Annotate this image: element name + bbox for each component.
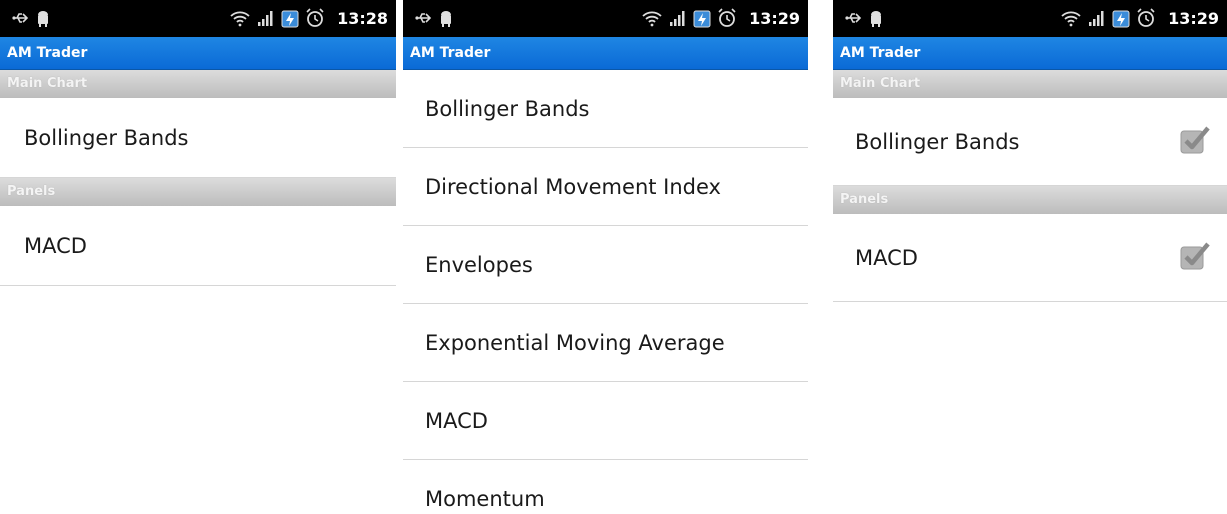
status-clock: 13:28 xyxy=(337,8,388,28)
section-header-main-chart: Main Chart xyxy=(0,70,396,98)
battery-charging-icon xyxy=(281,10,299,28)
list-item-macd[interactable]: MACD xyxy=(0,206,396,286)
signal-icon xyxy=(258,11,273,26)
battery-charging-icon xyxy=(1112,10,1130,28)
screen-main-settings: 13:28 AM Trader Main Chart Bollinger Ban… xyxy=(0,0,396,514)
list-item-bollinger-bands[interactable]: Bollinger Bands xyxy=(0,98,396,178)
list-item-label: MACD xyxy=(855,246,918,270)
status-clock: 13:29 xyxy=(749,8,800,28)
wifi-icon xyxy=(642,11,662,27)
signal-icon xyxy=(1089,11,1104,26)
list-item-momentum[interactable]: Momentum xyxy=(403,460,808,514)
list-item-bollinger-bands[interactable]: Bollinger Bands xyxy=(833,98,1227,186)
list-item-exponential-moving-average[interactable]: Exponential Moving Average xyxy=(403,304,808,382)
status-bar: 13:29 xyxy=(833,0,1227,37)
alarm-icon xyxy=(718,8,736,27)
status-bar: 13:29 xyxy=(403,0,808,37)
list-item-macd[interactable]: MACD xyxy=(833,214,1227,302)
alarm-icon xyxy=(306,8,324,27)
checkbox-checked-icon[interactable] xyxy=(1179,125,1211,157)
screen-indicator-list: 13:29 AM Trader Bollinger Bands Directio… xyxy=(403,0,808,514)
battery-charging-icon xyxy=(693,10,711,28)
section-header-panels: Panels xyxy=(0,178,396,206)
usb-icon xyxy=(415,13,432,23)
signal-icon xyxy=(670,11,685,26)
section-header-main-chart: Main Chart xyxy=(833,70,1227,98)
alarm-icon xyxy=(1137,8,1155,27)
android-icon xyxy=(38,11,48,27)
screen-main-settings-checked: 13:29 AM Trader Main Chart Bollinger Ban… xyxy=(833,0,1227,514)
wifi-icon xyxy=(230,11,250,27)
wifi-icon xyxy=(1061,11,1081,27)
checkbox-checked-icon[interactable] xyxy=(1179,241,1211,273)
android-icon xyxy=(441,11,451,27)
android-icon xyxy=(871,11,881,27)
list-item-label: Bollinger Bands xyxy=(855,130,1020,154)
app-title: AM Trader xyxy=(403,37,808,70)
app-title: AM Trader xyxy=(833,37,1227,70)
section-header-panels: Panels xyxy=(833,186,1227,214)
status-bar: 13:28 xyxy=(0,0,396,37)
usb-icon xyxy=(12,13,29,23)
list-item-directional-movement-index[interactable]: Directional Movement Index xyxy=(403,148,808,226)
app-title: AM Trader xyxy=(0,37,396,70)
list-item-macd[interactable]: MACD xyxy=(403,382,808,460)
list-item-bollinger-bands[interactable]: Bollinger Bands xyxy=(403,70,808,148)
usb-icon xyxy=(845,13,862,23)
list-item-envelopes[interactable]: Envelopes xyxy=(403,226,808,304)
status-clock: 13:29 xyxy=(1168,8,1219,28)
